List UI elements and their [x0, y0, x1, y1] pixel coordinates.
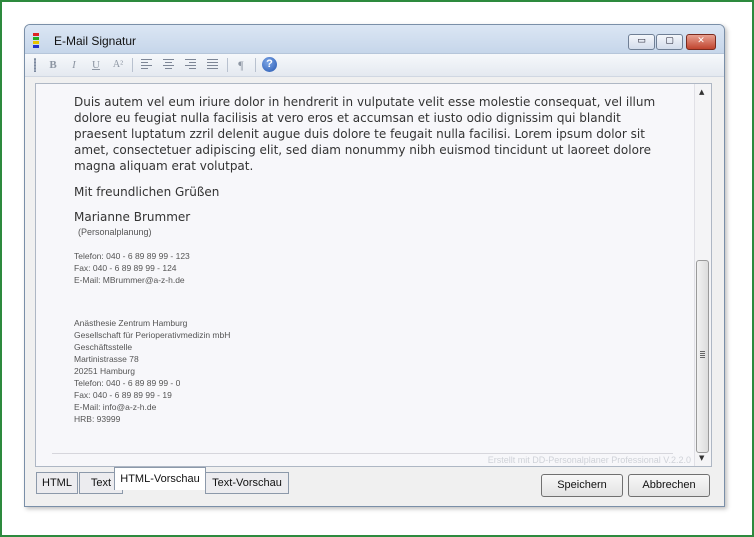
close-button[interactable]: ✕	[686, 34, 716, 50]
window-title: E-Mail Signatur	[54, 34, 137, 48]
signer-name: Marianne Brummer	[74, 210, 191, 224]
contact-line: Fax: 040 - 6 89 89 99 - 124	[74, 263, 177, 273]
font-size-button[interactable]: A²	[110, 57, 126, 73]
minimize-button[interactable]: ▭	[628, 34, 655, 50]
app-icon	[33, 33, 41, 48]
personal-contact-block: Telefon: 040 - 6 89 89 99 - 123 Fax: 040…	[74, 250, 669, 286]
tab-text-preview[interactable]: Text-Vorschau	[205, 472, 289, 494]
help-icon[interactable]: ?	[262, 57, 277, 72]
scroll-thumb[interactable]	[696, 260, 709, 453]
contact-line: Telefon: 040 - 6 89 89 99 - 123	[74, 251, 190, 261]
toolbar-grip-icon[interactable]	[34, 58, 36, 72]
toolbar-separator	[132, 58, 133, 72]
company-line: HRB: 93999	[74, 414, 121, 424]
html-preview-pane[interactable]: Duis autem vel eum iriure dolor in hendr…	[35, 83, 712, 467]
underline-button[interactable]: U	[88, 57, 104, 73]
align-center-icon[interactable]	[163, 59, 174, 70]
company-line: E-Mail: info@a-z-h.de	[74, 402, 157, 412]
contact-line: E-Mail: MBrummer@a-z-h.de	[74, 275, 185, 285]
company-line: Fax: 040 - 6 89 89 99 - 19	[74, 390, 172, 400]
align-right-icon[interactable]	[185, 59, 196, 70]
tab-html-preview[interactable]: HTML-Vorschau	[114, 467, 206, 490]
signature-dialog: E-Mail Signatur ▭ ▢ ✕ B I U A² ¶ ? Duis …	[24, 24, 725, 507]
title-bar[interactable]: E-Mail Signatur ▭ ▢ ✕	[25, 25, 724, 54]
tab-html[interactable]: HTML	[36, 472, 78, 494]
toolbar-separator	[227, 58, 228, 72]
align-left-icon[interactable]	[141, 59, 152, 70]
scroll-down-icon[interactable]: ▼	[699, 454, 704, 462]
bold-button[interactable]: B	[45, 57, 61, 73]
save-button[interactable]: Speichern	[541, 474, 623, 497]
scroll-up-icon[interactable]: ▲	[699, 88, 704, 96]
footer-divider	[52, 453, 673, 454]
company-line: Anästhesie Zentrum Hamburg	[74, 318, 188, 328]
thumb-grip-icon	[700, 351, 705, 358]
signer-department: (Personalplanung)	[78, 227, 152, 237]
company-info-block: Anästhesie Zentrum Hamburg Gesellschaft …	[74, 317, 669, 425]
body-paragraph: Duis autem vel eum iriure dolor in hendr…	[74, 95, 656, 173]
formatting-toolbar: B I U A² ¶ ?	[25, 54, 724, 77]
align-justify-icon[interactable]	[207, 59, 218, 70]
generator-stamp: Erstellt mit DD-Personalplaner Professio…	[487, 455, 691, 465]
company-line: Telefon: 040 - 6 89 89 99 - 0	[74, 378, 181, 388]
paragraph-marks-button[interactable]: ¶	[233, 57, 249, 73]
signature-document: Duis autem vel eum iriure dolor in hendr…	[74, 94, 669, 425]
cancel-button[interactable]: Abbrechen	[628, 474, 710, 497]
company-line: Gesellschaft für Perioperativmedizin mbH	[74, 330, 231, 340]
greeting-text: Mit freundlichen Grüßen	[74, 185, 220, 199]
company-line: Geschäftsstelle	[74, 342, 133, 352]
company-line: Martinistrasse 78	[74, 354, 139, 364]
toolbar-separator	[255, 58, 256, 72]
italic-button[interactable]: I	[66, 57, 82, 73]
vertical-scrollbar[interactable]: ▲ ▼	[694, 84, 711, 466]
company-line: 20251 Hamburg	[74, 366, 135, 376]
maximize-button[interactable]: ▢	[656, 34, 683, 50]
